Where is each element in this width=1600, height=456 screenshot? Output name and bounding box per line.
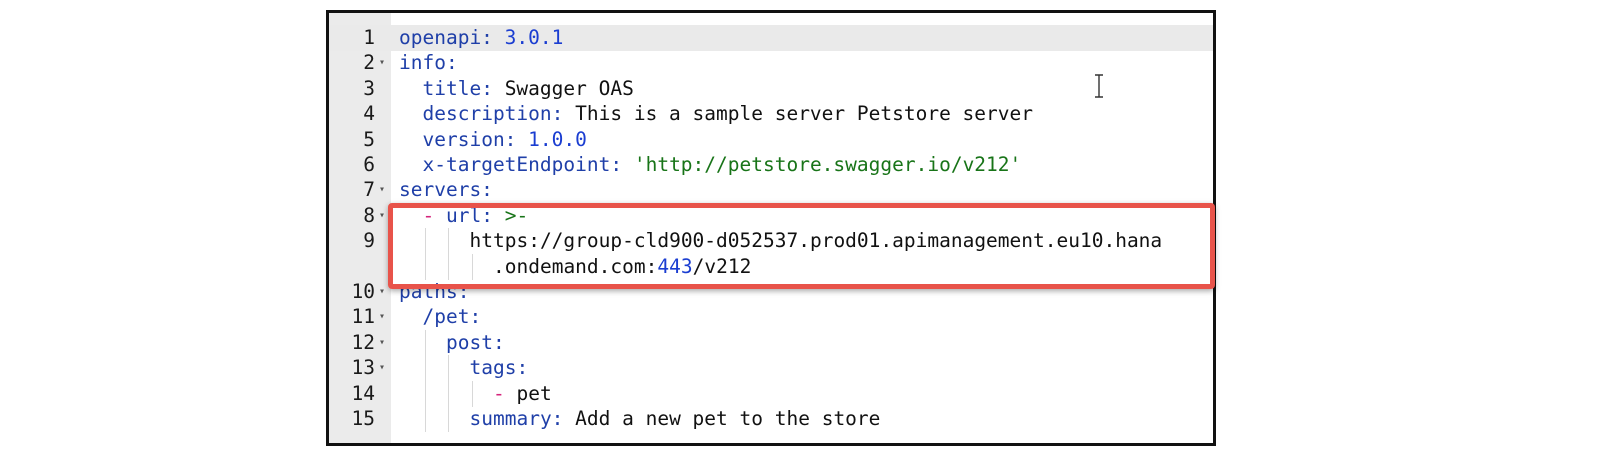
fold-toggle-icon[interactable]: ▾ (376, 50, 388, 76)
line-number: 7 (363, 178, 375, 202)
line-number: 6 (363, 153, 375, 176)
token-plain: https://group-cld900-d052537.prod01.apim… (469, 229, 1163, 253)
code-line[interactable]: 11 ▾ /pet: (329, 304, 1213, 330)
token-dash: - (493, 381, 517, 405)
token-key: x-targetEndpoint: (422, 153, 623, 176)
code-line[interactable]: .ondemand.com:443/v212 (329, 253, 1213, 280)
code-text: info: (399, 50, 1213, 76)
line-number: 11 (351, 305, 375, 329)
token-key: info: (399, 51, 458, 75)
indent-guide (424, 355, 426, 382)
token-plain: .ondemand.com: (493, 254, 658, 278)
code-line[interactable]: 4 description: This is a sample server Pe… (329, 101, 1213, 127)
indent-guide (424, 406, 426, 432)
token-key: url: (445, 203, 493, 227)
code-line[interactable]: 9 https://group-cld900-d052537.prod01.api… (329, 228, 1214, 255)
indent-guide (471, 253, 473, 280)
code-line[interactable]: 6 x-targetEndpoint: 'http://petstore.swag… (329, 152, 1213, 178)
code-line[interactable]: 10 ▾ paths: (329, 279, 1213, 305)
line-number: 3 (363, 76, 375, 100)
token-key: post: (446, 330, 505, 354)
token-num: 3.0.1 (504, 26, 564, 49)
token-plain: pet (516, 381, 552, 405)
code-text: .ondemand.com:443/v212 (493, 254, 1213, 280)
code-line[interactable]: 7 ▾ servers: (329, 177, 1213, 203)
indent-guide (448, 228, 449, 255)
token-key: tags: (469, 356, 529, 380)
token-dash: - (422, 203, 446, 227)
line-number: 4 (363, 102, 375, 126)
line-number: 15 (351, 407, 375, 430)
line-number: 8 (363, 203, 375, 227)
indent-guide (448, 355, 449, 382)
code-line[interactable]: 14 - pet (329, 380, 1213, 407)
indent-guide (471, 380, 473, 407)
code-text: post: (446, 330, 1213, 356)
token-key: openapi: (399, 26, 493, 49)
code-line[interactable]: 5 version: 1.0.0 (329, 127, 1213, 153)
line-number: 13 (351, 356, 375, 380)
code-line[interactable]: 13 ▾ tags: (329, 355, 1214, 382)
fold-toggle-icon[interactable]: ▾ (376, 355, 388, 381)
token-plain: Swagger OAS (492, 76, 634, 100)
code-text: tags: (470, 355, 1214, 381)
indent-guide (448, 406, 449, 432)
code-text: https://group-cld900-d052537.prod01.apim… (470, 228, 1214, 254)
code-line[interactable]: 1 openapi: 3.0.1 (329, 25, 1213, 51)
token-key: paths: (399, 280, 470, 303)
line-number: 14 (351, 381, 375, 405)
token-sym: >- (504, 203, 529, 227)
fold-toggle-icon[interactable]: ▾ (376, 279, 388, 305)
code-text: - url: >- (423, 203, 1214, 229)
fold-toggle-icon[interactable]: ▾ (376, 203, 388, 229)
code-text: x-targetEndpoint: 'http://petstore.swagg… (423, 152, 1214, 178)
code-text: openapi: 3.0.1 (399, 25, 1213, 51)
token-num: 443 (657, 254, 693, 278)
code-text: - pet (493, 381, 1213, 407)
token-num: 1.0.0 (528, 127, 587, 151)
text-cursor-icon (1095, 74, 1103, 98)
code-line[interactable]: 8 ▾ - url: >- (329, 203, 1213, 229)
indent-guide (424, 253, 426, 280)
line-number: 12 (351, 330, 375, 354)
token-plain: /v212 (692, 254, 752, 278)
token-key: title: (422, 76, 493, 100)
code-text: summary: Add a new pet to the store (470, 406, 1214, 432)
fold-toggle-icon[interactable]: ▾ (376, 177, 388, 203)
line-number: 2 (363, 51, 375, 75)
code-editor[interactable]: 1 openapi: 3.0.1 2 ▾ info: 3 title: Swagger OA… (326, 10, 1216, 446)
fold-toggle-icon[interactable]: ▾ (376, 330, 388, 356)
indent-guide (424, 228, 426, 255)
token-key: description: (422, 102, 564, 126)
token-key: version: (422, 127, 517, 151)
line-number: 5 (363, 127, 375, 151)
token-key: summary: (469, 407, 564, 430)
line-number: 9 (363, 229, 375, 253)
code-text: servers: (399, 177, 1213, 203)
line-number: 10 (351, 280, 375, 303)
code-text: version: 1.0.0 (423, 127, 1214, 153)
code-text: description: This is a sample server Pet… (423, 101, 1214, 127)
code-text: paths: (399, 279, 1213, 305)
token-key: /pet: (422, 305, 482, 329)
indent-guide (424, 380, 426, 407)
code-line[interactable]: 15 summary: Add a new pet to the store (329, 406, 1213, 432)
indent-guide (448, 253, 449, 280)
fold-toggle-icon[interactable]: ▾ (376, 304, 388, 330)
indent-guide (424, 329, 426, 356)
code-line[interactable]: 2 ▾ info: (329, 50, 1213, 76)
token-str: 'http://petstore.swagger.io/v212' (633, 153, 1022, 176)
code-text: /pet: (423, 304, 1214, 330)
token-key: servers: (399, 178, 493, 202)
token-plain: This is a sample server Petstore server (563, 102, 1033, 126)
line-number: 1 (363, 26, 375, 49)
token-plain: Add a new pet to the store (563, 407, 881, 430)
code-line[interactable]: 12 ▾ post: (329, 329, 1213, 356)
code-line[interactable]: 3 title: Swagger OAS (329, 76, 1213, 102)
indent-guide (448, 380, 449, 407)
